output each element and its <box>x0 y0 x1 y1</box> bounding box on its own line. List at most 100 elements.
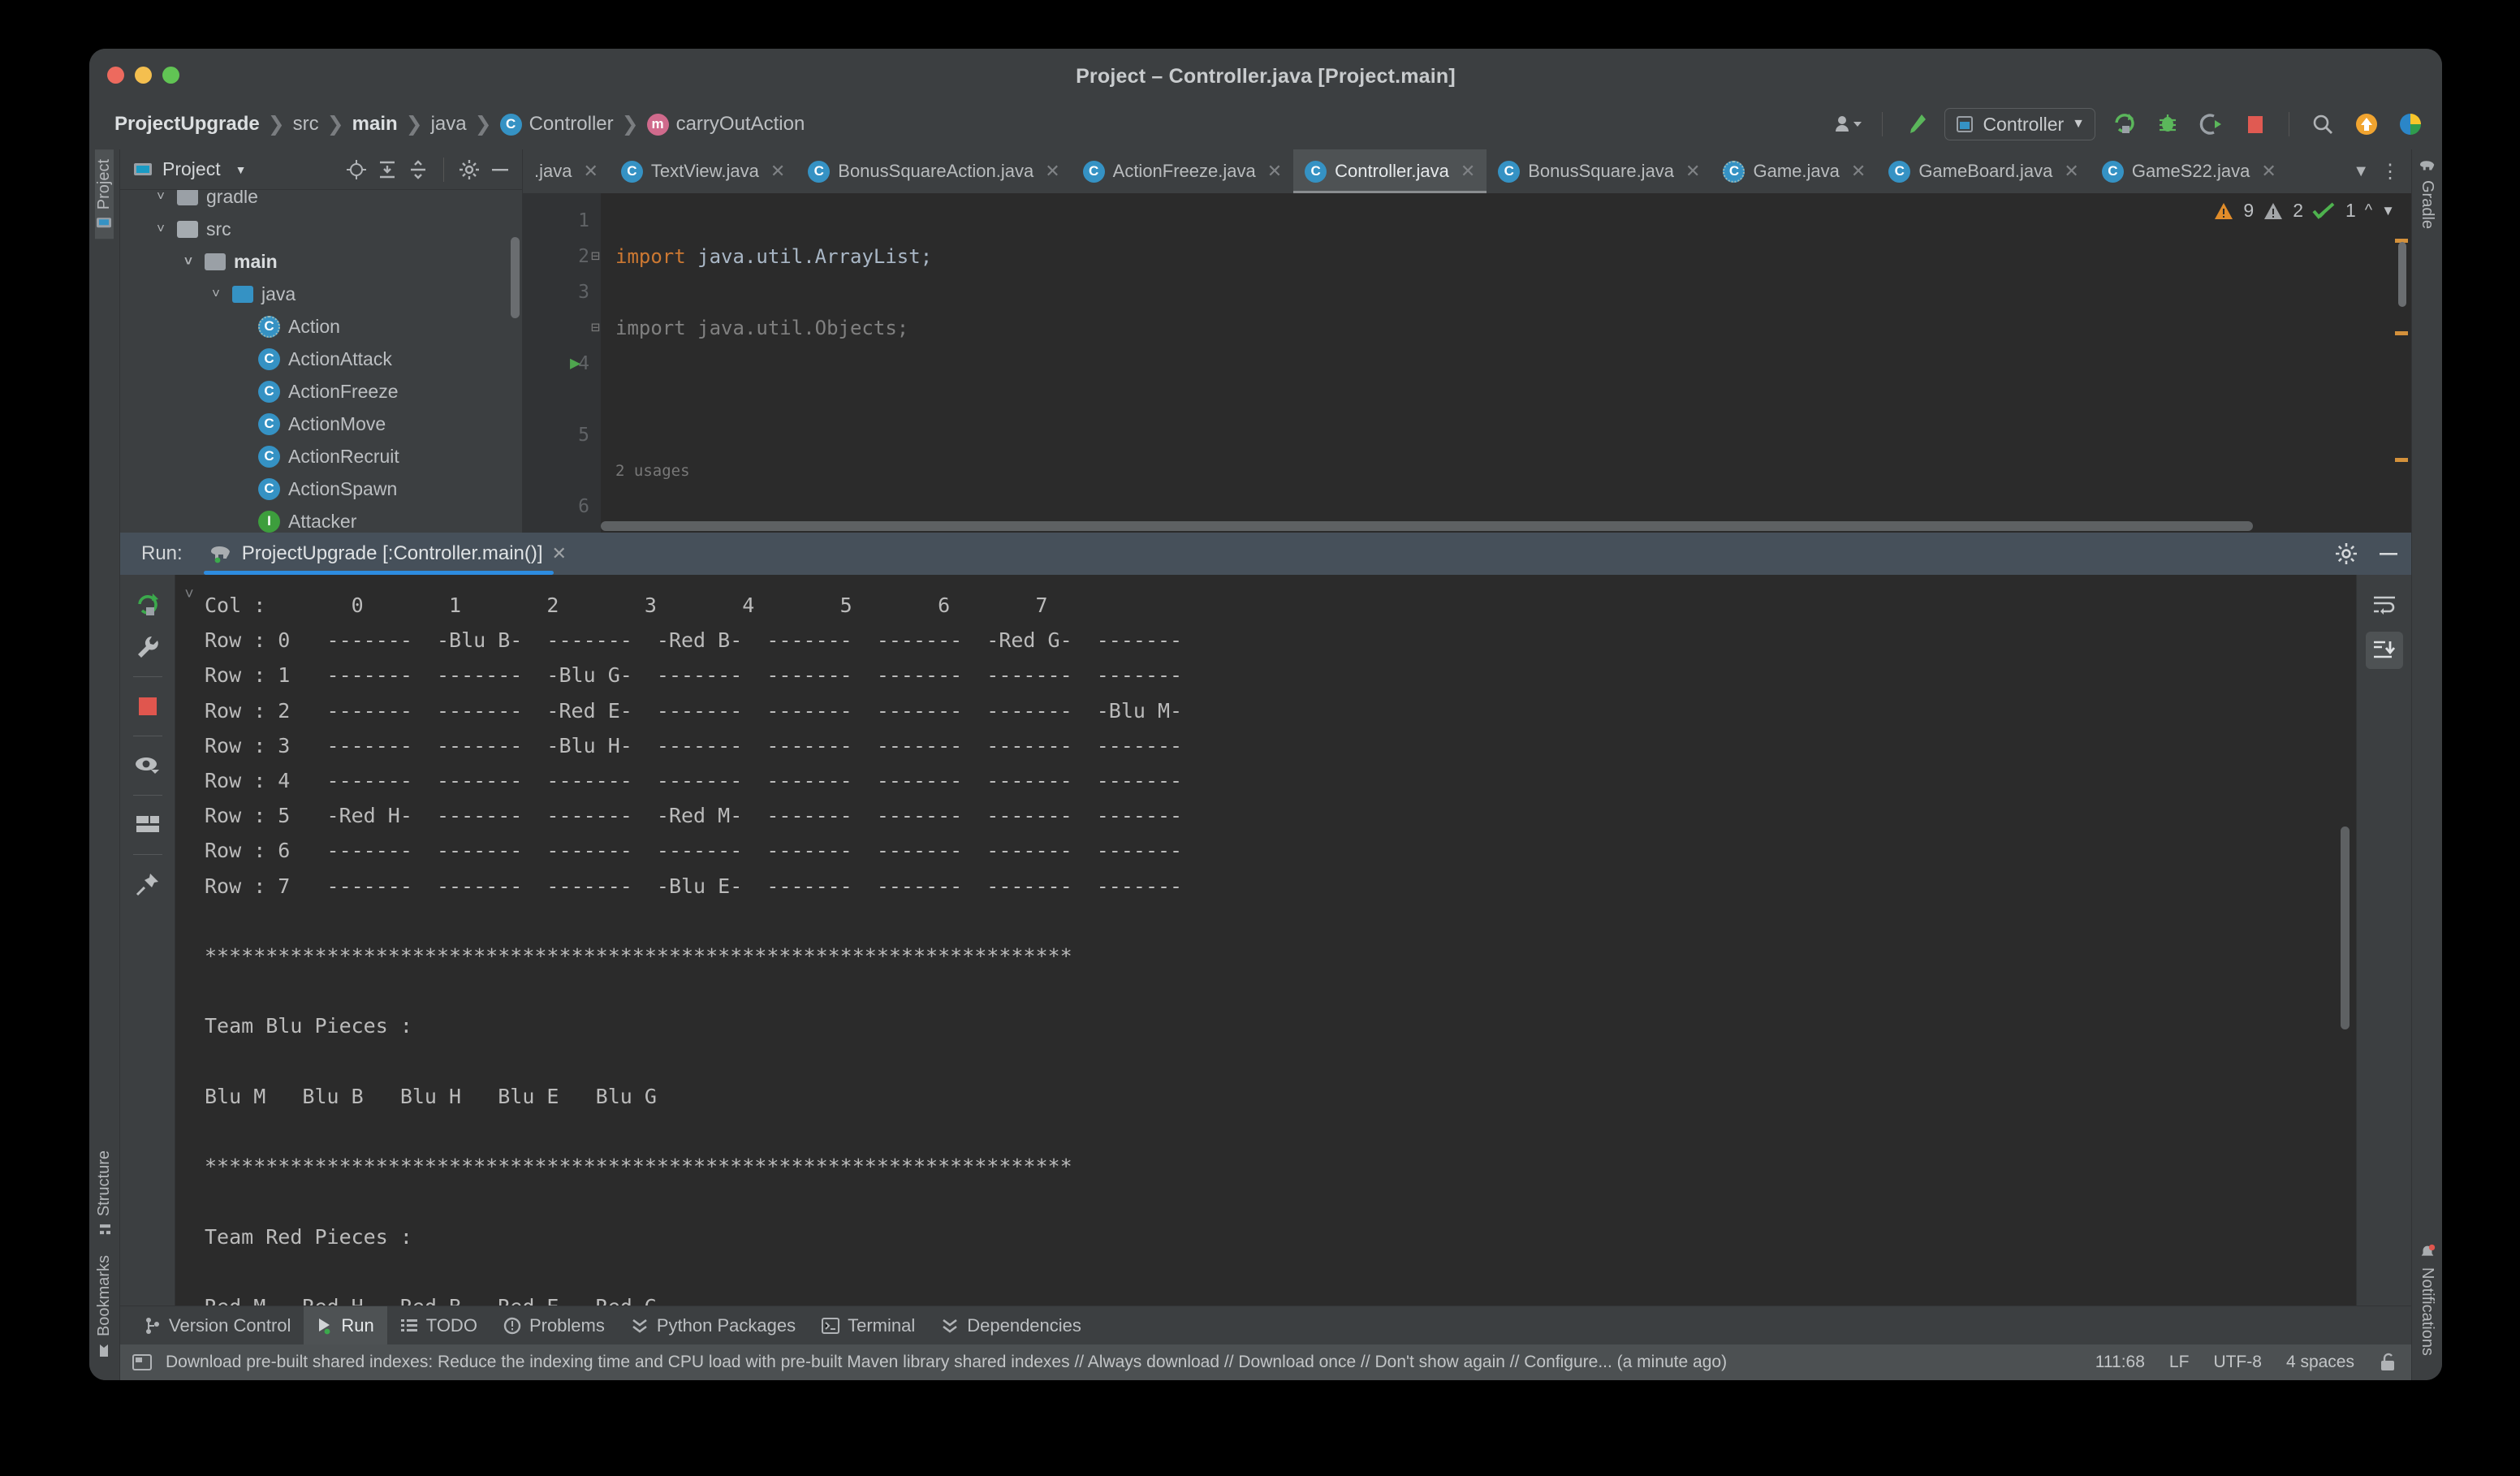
stop-icon[interactable] <box>2240 109 2271 140</box>
sidebar-item-structure[interactable]: Structure <box>95 1141 114 1245</box>
status-message[interactable]: Download pre-built shared indexes: Reduc… <box>166 1353 1727 1372</box>
breadcrumb-item-main[interactable]: main <box>347 113 403 136</box>
tree-node-actionrecruit[interactable]: C ActionRecruit <box>120 440 522 473</box>
chevron-up-icon[interactable]: ^ <box>2365 201 2372 220</box>
tab-terminal[interactable]: Terminal <box>809 1306 928 1344</box>
fold-marker-icon[interactable]: ⊟ <box>591 239 600 274</box>
tab-python-packages[interactable]: Python Packages <box>618 1306 809 1344</box>
status-indexes-icon[interactable] <box>132 1353 153 1371</box>
editor-scrollbar[interactable] <box>2398 242 2406 307</box>
close-icon[interactable]: ✕ <box>1045 161 1059 182</box>
rerun-icon[interactable] <box>129 586 166 624</box>
gear-icon[interactable] <box>2335 542 2358 565</box>
editor-tab-actionfreeze[interactable]: C ActionFreeze.java ✕ <box>1072 149 1294 193</box>
locate-icon[interactable] <box>346 159 367 180</box>
breadcrumb-item-controller[interactable]: C Controller <box>494 113 619 136</box>
tree-node-java[interactable]: ˅ java <box>120 278 522 310</box>
close-icon[interactable]: ✕ <box>2064 161 2078 182</box>
coverage-icon[interactable] <box>2196 109 2227 140</box>
debug-icon[interactable] <box>2152 109 2183 140</box>
indent-setting[interactable]: 4 spaces <box>2286 1353 2354 1372</box>
tab-todo[interactable]: TODO <box>387 1306 490 1344</box>
error-stripe-marker[interactable] <box>2395 458 2408 462</box>
tab-dependencies[interactable]: Dependencies <box>928 1306 1094 1344</box>
chevron-down-icon[interactable]: ˅ <box>180 253 196 270</box>
sidebar-item-project[interactable]: Project <box>95 149 114 240</box>
chevron-down-icon[interactable]: ▼ <box>2381 203 2395 219</box>
fold-marker-icon[interactable]: ⊟ <box>591 310 600 346</box>
editor-tab-game[interactable]: C Game.java ✕ <box>1711 149 1877 193</box>
hammer-icon[interactable] <box>1901 109 1931 140</box>
code-text[interactable]: ⊟ import java.util.ArrayList; ⊟ import jav… <box>591 193 2411 533</box>
project-tree[interactable]: ˅ gradle ˅ src ˅ main ˅ java C Action C … <box>120 190 522 533</box>
expand-all-icon[interactable] <box>377 159 398 180</box>
tab-problems[interactable]: Problems <box>490 1306 618 1344</box>
search-icon[interactable] <box>2307 109 2338 140</box>
breadcrumb-item-java[interactable]: java <box>425 113 472 136</box>
tab-run[interactable]: Run <box>304 1306 387 1344</box>
eye-filter-icon[interactable] <box>129 747 166 784</box>
close-icon[interactable]: ✕ <box>1461 161 1475 182</box>
stop-icon[interactable] <box>129 688 166 725</box>
sidebar-item-gradle[interactable]: Gradle <box>2418 149 2437 239</box>
gear-icon[interactable] <box>459 159 480 180</box>
unlocked-padlock-icon[interactable] <box>2379 1353 2397 1372</box>
project-tool-title[interactable]: Project ▼ <box>133 158 246 180</box>
close-icon[interactable]: ✕ <box>552 543 567 564</box>
update-icon[interactable] <box>2351 109 2382 140</box>
caret-position[interactable]: 111:68 <box>2095 1353 2145 1372</box>
close-icon[interactable]: ✕ <box>1267 161 1282 182</box>
editor-tab-gameboard[interactable]: C GameBoard.java ✕ <box>1877 149 2091 193</box>
line-separator[interactable]: LF <box>2169 1353 2190 1372</box>
close-icon[interactable]: ✕ <box>770 161 785 182</box>
run-configuration-selector[interactable]: Controller ▼ <box>1944 108 2095 140</box>
breadcrumb-item-project[interactable]: ProjectUpgrade <box>109 113 265 136</box>
tree-node-attacker[interactable]: I Attacker <box>120 505 522 533</box>
sidebar-item-bookmarks[interactable]: Bookmarks <box>95 1245 114 1367</box>
breadcrumb-item-src[interactable]: src <box>287 113 325 136</box>
close-icon[interactable]: ✕ <box>1685 161 1700 182</box>
code-area[interactable]: 1 2 3 ▶ 4 5 6 7 <box>523 193 2411 533</box>
editor-tab-0[interactable]: .java ✕ <box>523 149 610 193</box>
tree-node-main[interactable]: ˅ main <box>120 245 522 278</box>
pin-icon[interactable] <box>129 865 166 903</box>
tree-node-actionmove[interactable]: C ActionMove <box>120 408 522 440</box>
tree-node-actionfreeze[interactable]: C ActionFreeze <box>120 375 522 408</box>
wrench-icon[interactable] <box>129 628 166 666</box>
file-encoding[interactable]: UTF-8 <box>2213 1353 2262 1372</box>
chevron-down-icon[interactable]: ▼ <box>235 163 247 176</box>
minimize-icon[interactable] <box>2377 550 2400 557</box>
editor-tab-games22[interactable]: C GameS22.java ✕ <box>2091 149 2288 193</box>
more-options-icon[interactable]: ⋮ <box>2380 160 2400 183</box>
editor-tab-controller[interactable]: C Controller.java ✕ <box>1293 149 1487 193</box>
layout-icon[interactable] <box>129 806 166 844</box>
run-gutter-icon[interactable]: ▶ <box>570 346 580 382</box>
usage-hint-class[interactable]: 2 usages <box>615 453 2411 489</box>
tree-scrollbar[interactable] <box>511 237 520 318</box>
tree-node-gradle[interactable]: ˅ gradle <box>120 190 522 213</box>
scroll-to-end-icon[interactable] <box>2365 632 2403 669</box>
user-icon[interactable] <box>1833 109 1864 140</box>
run-session-tab[interactable]: ProjectUpgrade [:Controller.main()] ✕ <box>203 533 572 575</box>
error-stripe-marker[interactable] <box>2395 331 2408 335</box>
close-icon[interactable]: ✕ <box>2261 161 2276 182</box>
chevron-down-icon[interactable]: ˅ <box>153 221 169 237</box>
chevron-down-icon[interactable]: ˅ <box>153 190 169 205</box>
console-scrollbar[interactable] <box>2341 826 2350 1029</box>
editor-horizontal-scrollbar[interactable] <box>601 521 2253 531</box>
close-icon[interactable]: ✕ <box>1851 161 1866 182</box>
tab-version-control[interactable]: Version Control <box>132 1306 304 1344</box>
chevron-down-icon[interactable]: ˅ <box>208 286 224 302</box>
chevron-down-icon[interactable]: ▼ <box>2353 162 2369 181</box>
tree-node-src[interactable]: ˅ src <box>120 213 522 245</box>
console-output[interactable]: ˅ Col : 0 1 2 3 4 5 6 7 Row : 0 ------- … <box>175 575 2356 1306</box>
close-icon[interactable]: ✕ <box>583 161 598 182</box>
editor-tab-textview[interactable]: C TextView.java ✕ <box>610 149 796 193</box>
inspection-widget[interactable]: 9 2 1 ^ ▼ <box>2213 200 2395 222</box>
soft-wrap-icon[interactable] <box>2366 586 2403 624</box>
tree-node-action[interactable]: C Action <box>120 310 522 343</box>
minimize-icon[interactable] <box>490 166 511 173</box>
editor-tab-bonussquare[interactable]: C BonusSquare.java ✕ <box>1487 149 1711 193</box>
editor-tab-bonussquareaction[interactable]: C BonusSquareAction.java ✕ <box>796 149 1071 193</box>
run-icon[interactable] <box>2108 109 2139 140</box>
